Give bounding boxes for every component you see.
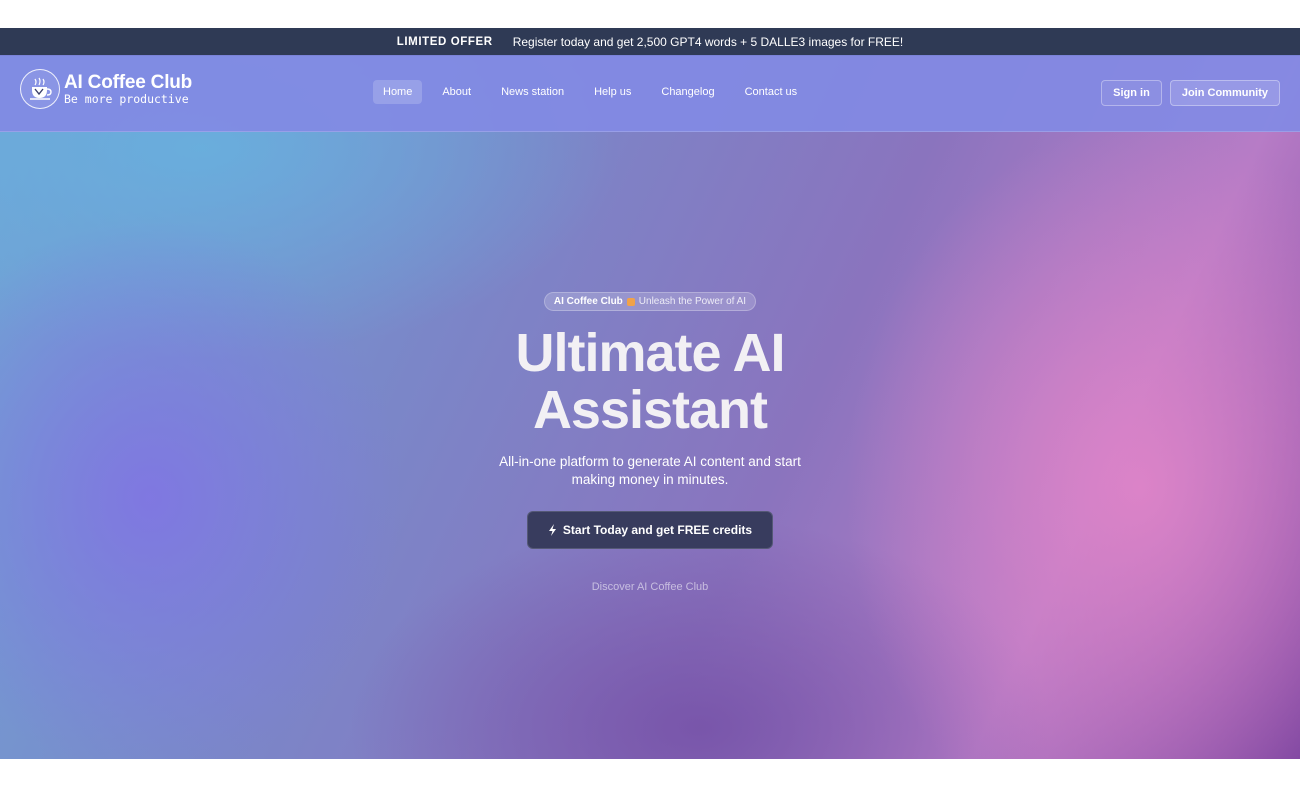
nav-news-station[interactable]: News station xyxy=(491,80,574,104)
nav-changelog[interactable]: Changelog xyxy=(651,80,724,104)
offer-tag: LIMITED OFFER xyxy=(396,35,493,48)
hero-pill: AI Coffee Club Unleash the Power of AI xyxy=(543,292,757,311)
coffee-cup-icon xyxy=(20,69,60,109)
pill-text: Unleash the Power of AI xyxy=(638,296,747,307)
hero-subtitle: All-in-one platform to generate AI conte… xyxy=(499,454,801,487)
start-today-button[interactable]: Start Today and get FREE credits xyxy=(526,511,774,549)
nav-help-us[interactable]: Help us xyxy=(584,80,641,104)
site-logo[interactable]: AI Coffee Club Be more productive xyxy=(20,69,192,109)
offer-banner: LIMITED OFFER Register today and get 2,5… xyxy=(0,28,1300,56)
landing-page: LIMITED OFFER Register today and get 2,5… xyxy=(0,28,1300,759)
start-today-label: Start Today and get FREE credits xyxy=(562,523,753,537)
nav-about[interactable]: About xyxy=(432,80,481,104)
nav-actions: Sign in Join Community xyxy=(1101,80,1280,106)
nav-contact-us[interactable]: Contact us xyxy=(735,80,808,104)
offer-message[interactable]: Register today and get 2,500 GPT4 words … xyxy=(513,35,904,49)
discover-link[interactable]: Discover AI Coffee Club xyxy=(592,581,709,593)
main-nav: Home About News station Help us Changelo… xyxy=(373,80,817,104)
logo-tagline: Be more productive xyxy=(64,91,189,106)
navbar: AI Coffee Club Be more productive Home A… xyxy=(0,55,1300,132)
logo-name: AI Coffee Club xyxy=(64,71,193,93)
hero-title-line-1: Ultimate AI xyxy=(515,323,785,383)
sign-in-button[interactable]: Sign in xyxy=(1101,80,1162,106)
hero-section: AI Coffee Club Unleash the Power of AI U… xyxy=(0,292,1300,593)
pill-brand: AI Coffee Club xyxy=(553,296,623,307)
nav-home[interactable]: Home xyxy=(373,80,423,104)
sparkle-icon xyxy=(626,297,635,306)
hero-title: Ultimate AI Assistant xyxy=(515,323,785,440)
join-community-button[interactable]: Join Community xyxy=(1169,80,1280,106)
lightning-icon xyxy=(548,524,556,536)
hero-title-line-2: Assistant xyxy=(532,380,768,440)
